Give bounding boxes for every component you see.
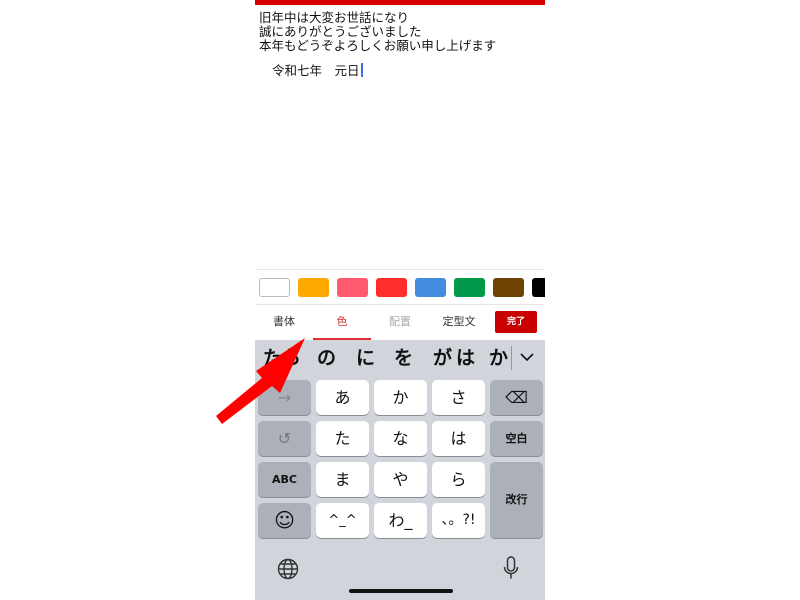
key-a[interactable]: あ: [316, 380, 369, 415]
emoji-icon: ☺: [274, 508, 295, 532]
space-key[interactable]: 空白: [490, 421, 543, 456]
key-punctuation[interactable]: 、。?!: [432, 503, 485, 538]
done-button[interactable]: 完了: [495, 311, 537, 333]
color-swatch[interactable]: [415, 278, 446, 297]
text-cursor: [360, 63, 363, 77]
color-swatch[interactable]: [493, 278, 524, 297]
globe-icon[interactable]: [277, 558, 299, 580]
color-swatch[interactable]: [298, 278, 329, 297]
key-kaomoji[interactable]: ^_^: [316, 503, 369, 538]
emoji-key[interactable]: ☺: [258, 503, 311, 538]
candidate[interactable]: の: [317, 340, 336, 376]
tab-layout[interactable]: 配置: [371, 306, 429, 340]
home-indicator: [349, 589, 453, 593]
top-accent-bar: [255, 0, 545, 5]
enter-key[interactable]: 改行: [490, 462, 543, 538]
key-na[interactable]: な: [374, 421, 427, 456]
color-swatch[interactable]: [337, 278, 368, 297]
key-ya[interactable]: や: [374, 462, 427, 497]
chevron-down-icon[interactable]: [520, 352, 534, 362]
candidate[interactable]: を: [394, 340, 413, 376]
candidate[interactable]: たら: [263, 340, 301, 376]
color-swatch[interactable]: [454, 278, 485, 297]
tab-color[interactable]: 色: [313, 306, 371, 340]
key-ta[interactable]: た: [316, 421, 369, 456]
color-palette: [255, 269, 545, 305]
microphone-icon[interactable]: [503, 556, 519, 582]
date-line[interactable]: 令和七年 元日: [272, 60, 363, 79]
key-ka[interactable]: か: [374, 380, 427, 415]
color-swatch[interactable]: [259, 278, 290, 297]
undo-key[interactable]: ↺: [258, 421, 311, 456]
arrow-key[interactable]: →: [258, 380, 311, 415]
keyboard: たら の に を が は か → あ か さ ⌫ ↺ た な は 空白 ABC …: [255, 340, 545, 600]
key-sa[interactable]: さ: [432, 380, 485, 415]
backspace-key[interactable]: ⌫: [490, 380, 543, 415]
key-wa[interactable]: わ_: [374, 503, 427, 538]
date-text: 令和七年 元日: [272, 63, 360, 78]
phone-screen: 旧年中は大変お世話になり 誠にありがとうございました 本年もどうぞよろしくお願い申し…: [255, 0, 545, 600]
color-swatch[interactable]: [376, 278, 407, 297]
candidate[interactable]: に: [356, 340, 375, 376]
color-swatch[interactable]: [532, 278, 545, 297]
message-text[interactable]: 旧年中は大変お世話になり 誠にありがとうございました 本年もどうぞよろしくお願い申し…: [259, 11, 496, 53]
candidate[interactable]: は: [456, 340, 475, 376]
key-ra[interactable]: ら: [432, 462, 485, 497]
message-line: 誠にありがとうございました: [259, 24, 422, 39]
candidate[interactable]: か: [489, 340, 508, 376]
undo-icon: ↺: [277, 429, 292, 448]
abc-key[interactable]: ABC: [258, 462, 311, 497]
message-line: 旧年中は大変お世話になり: [259, 10, 410, 25]
key-ha[interactable]: は: [432, 421, 485, 456]
tab-font[interactable]: 書体: [255, 306, 313, 340]
message-line: 本年もどうぞよろしくお願い申し上げます: [259, 38, 497, 53]
divider: [511, 346, 512, 370]
candidate[interactable]: が: [433, 340, 452, 376]
tab-template[interactable]: 定型文: [429, 306, 489, 340]
tab-bar: 書体 色 配置 定型文 完了: [255, 306, 545, 340]
backspace-icon: ⌫: [505, 388, 528, 407]
key-ma[interactable]: ま: [316, 462, 369, 497]
